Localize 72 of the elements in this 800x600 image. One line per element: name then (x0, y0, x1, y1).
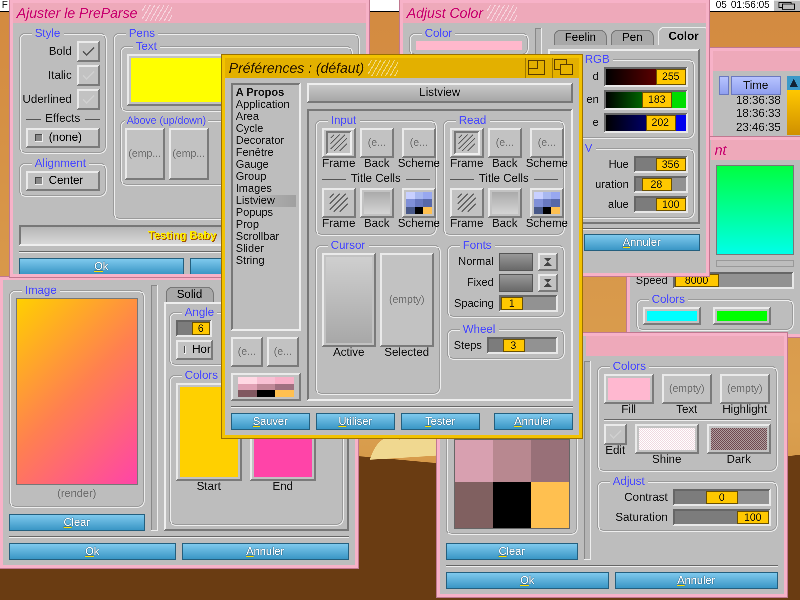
color-label: Start (196, 481, 222, 493)
section-label: Effects (46, 113, 80, 125)
image-label: Scheme (526, 218, 568, 230)
pattern-label: Dark (726, 454, 752, 466)
pattern-label: Shine (652, 454, 682, 466)
image-label: Selected (384, 347, 430, 359)
pen-label: Text (676, 404, 698, 416)
image-label: Back (364, 218, 390, 230)
window-title: nt (715, 142, 727, 158)
group-title: Colors (184, 370, 220, 382)
slider-label: e (592, 117, 599, 129)
group-title: Colors (651, 294, 686, 306)
pen-label: Fill (622, 404, 636, 416)
slider-label: Hue (608, 158, 629, 170)
image-label: Scheme (526, 158, 568, 170)
table-cell-text: 18:36:33 (735, 108, 781, 122)
slider-label: Spacing (454, 298, 494, 310)
field-label: Fixed (466, 277, 494, 289)
slider-label: alue (608, 198, 629, 210)
group-title: Above (up/down) (126, 115, 208, 127)
checkbox-label: Edit (606, 445, 626, 457)
table-cell-text: 23:46:35 (735, 122, 781, 135)
group-title: Style (34, 28, 62, 40)
group-title: Cursor (330, 240, 367, 252)
slider-label: Saturation (614, 512, 668, 524)
image-label: Back (492, 218, 518, 230)
slider-label: uration (595, 178, 629, 190)
group-title: Wheel (462, 324, 497, 336)
window-title: Préférences : (défaut) (229, 60, 364, 76)
page-title: Listview (307, 83, 573, 103)
group-title: Pens (128, 28, 156, 40)
table-cell-text: 18:36:38 (735, 95, 781, 108)
slider-label: d (592, 71, 599, 83)
group-title: RGB (584, 54, 611, 66)
clock-date: 05 (716, 0, 728, 11)
group-title: V (584, 143, 594, 155)
field-label: Normal (458, 256, 494, 268)
checkbox-label: Bold (48, 46, 72, 58)
clock-time: 01:56:05 (731, 0, 770, 11)
preview-text: Testing Baby (148, 230, 217, 242)
slider-label: en (586, 94, 599, 106)
slider-label: Steps (454, 340, 482, 352)
group-title: Angle (184, 307, 216, 319)
group-title: Text (135, 41, 158, 53)
window-title: Ajuster le PreParse (17, 5, 138, 21)
group-title: Fonts (462, 240, 493, 252)
checkbox-label: Uderlined (22, 94, 72, 106)
image-label: Frame (450, 158, 484, 170)
image-label: Scheme (398, 218, 440, 230)
render-caption: (render) (56, 488, 98, 500)
checkbox-label: Italic (48, 70, 72, 82)
image-label: Active (333, 347, 365, 359)
group-title: Read (458, 115, 488, 127)
slider-label: Contrast (624, 492, 668, 504)
section-label: Title Cells (350, 173, 402, 185)
image-label: Frame (450, 218, 484, 230)
slider-label: Speed (636, 274, 668, 286)
pen-label: Highlight (722, 404, 768, 416)
group-title: Input (330, 115, 358, 127)
group-title: Adjust (612, 476, 646, 488)
group-title: Color (424, 28, 454, 40)
image-label: Back (364, 158, 390, 170)
image-label: Back (492, 158, 518, 170)
window-title: Adjust Color (407, 5, 484, 21)
section-label: Title Cells (478, 173, 530, 185)
image-label: Frame (322, 218, 356, 230)
image-label: Scheme (398, 158, 440, 170)
group-title: Colors (612, 361, 648, 373)
group-title: Alignment (34, 158, 88, 170)
image-label: Frame (322, 158, 356, 170)
color-label: End (272, 481, 294, 493)
group-title: Image (24, 285, 58, 297)
